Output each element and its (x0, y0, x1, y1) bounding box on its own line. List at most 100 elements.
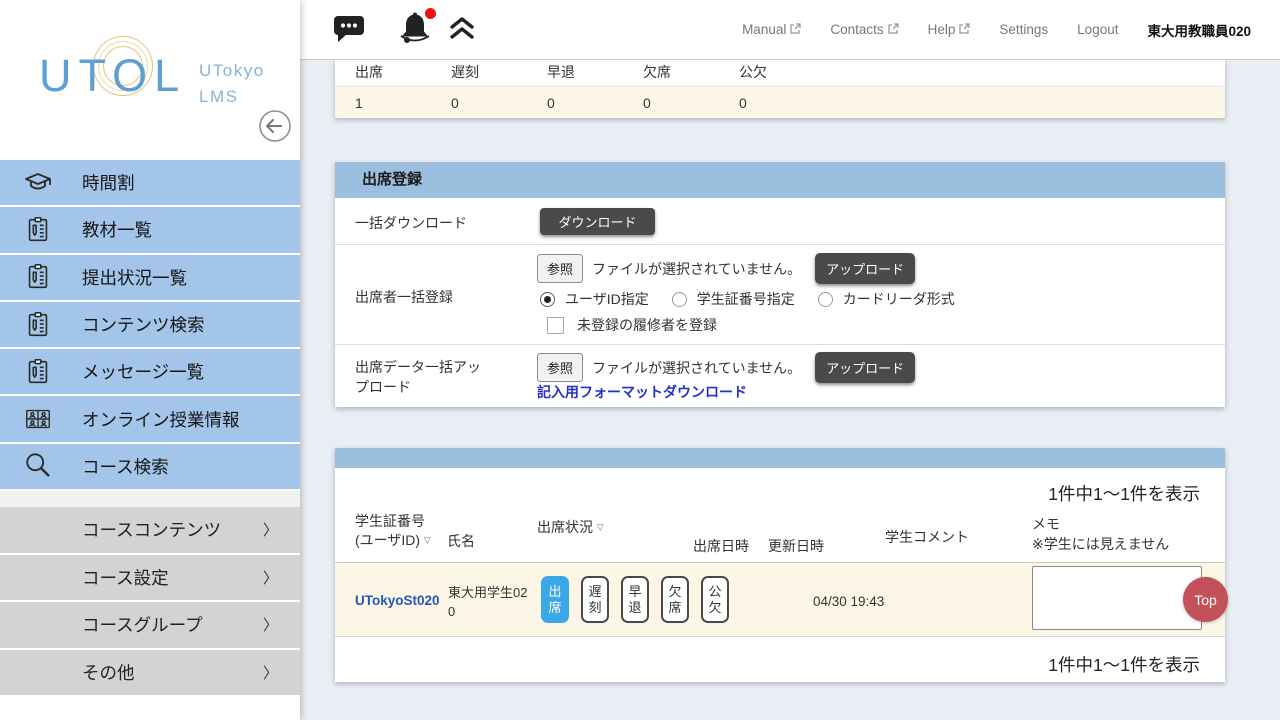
id-type-radio-group: ユーザID指定 学生証番号指定 カードリーダ形式 (540, 289, 978, 309)
col-status-header[interactable]: 出席状況▽ (537, 517, 604, 537)
status-button-excused[interactable]: 公欠 (701, 576, 729, 623)
sidebar-course-nav: コースコンテンツ 〉 コース設定 〉 コースグループ 〉 その他 〉 (0, 507, 300, 697)
sidebar-divider (0, 491, 300, 507)
radio-card-reader-format[interactable]: カードリーダ形式 (818, 289, 955, 309)
status-button-present[interactable]: 出席 (541, 576, 569, 623)
bulk-download-row: 一括ダウンロード ダウンロード (335, 198, 1225, 245)
sort-icon: ▽ (597, 522, 604, 532)
result-count-top: 1件中1〜1件を表示 (335, 468, 1225, 505)
attendee-bulk-register-label: 出席者一括登録 (355, 287, 453, 307)
summary-col-header: 公欠 (719, 62, 815, 82)
radio-button-icon (540, 292, 555, 307)
people-grid-icon (22, 403, 54, 435)
summary-col-header: 欠席 (623, 62, 719, 82)
logged-in-username: 東大用教職員020 (1147, 20, 1251, 40)
radio-student-card-number[interactable]: 学生証番号指定 (672, 289, 795, 309)
register-unregistered-checkbox-row[interactable]: 未登録の履修者を登録 (547, 315, 717, 335)
content-area: 出席 遅刻 早退 欠席 公欠 1 0 0 0 0 出席登録 一括ダ (300, 60, 1280, 720)
summary-col-header: 早退 (527, 62, 623, 82)
attend-datetime-value: 04/30 19:43 (813, 594, 884, 609)
attendee-bulk-register-row: 出席者一括登録 参照 ファイルが選択されていません。 アップロード ユーザID指… (335, 245, 1225, 345)
sidebar-item-content-search[interactable]: コンテンツ検索 (0, 302, 300, 349)
col-name-header: 氏名 (447, 531, 475, 551)
clipboard-icon (22, 356, 54, 388)
topbar-links: Manual Contacts Help Settings Logout 東大用… (742, 20, 1251, 40)
radio-user-id[interactable]: ユーザID指定 (540, 289, 649, 309)
student-row: UTokyoSt020 東大用学生020 出席 遅刻 早退 欠席 公欠 04/3… (335, 563, 1225, 637)
bulk-download-label: 一括ダウンロード (355, 213, 467, 233)
double-chevron-up-icon (448, 16, 476, 43)
sidebar-item-course-search[interactable]: コース検索 (0, 444, 300, 491)
summary-col-header: 遅刻 (431, 62, 527, 82)
summary-col-header: 出席 (335, 62, 431, 82)
browse-button[interactable]: 参照 (537, 353, 583, 382)
attendance-registration-panel: 出席登録 一括ダウンロード ダウンロード 出席者一括登録 参照 ファイルが選択さ… (335, 162, 1225, 407)
memo-textarea[interactable] (1032, 566, 1202, 630)
settings-link[interactable]: Settings (999, 22, 1048, 37)
panel-title: 出席登録 (335, 162, 1225, 198)
sidebar-item-label: メッセージ一覧 (82, 359, 204, 384)
sidebar-item-label: 教材一覧 (82, 217, 152, 242)
checkbox-icon (547, 317, 564, 334)
graduation-cap-icon (22, 167, 54, 199)
sidebar-item-submissions[interactable]: 提出状況一覧 (0, 255, 300, 302)
summary-header-row: 出席 遅刻 早退 欠席 公欠 (335, 58, 1225, 87)
sidebar-item-messages[interactable]: メッセージ一覧 (0, 349, 300, 396)
browse-button[interactable]: 参照 (537, 254, 583, 283)
messages-button[interactable] (333, 13, 365, 46)
format-download-link[interactable]: 記入用フォーマットダウンロード (537, 382, 747, 402)
external-link-icon (958, 23, 970, 38)
search-icon (22, 450, 54, 482)
help-link[interactable]: Help (928, 22, 971, 38)
download-button[interactable]: ダウンロード (540, 208, 655, 235)
sidebar-item-others[interactable]: その他 〉 (0, 650, 300, 698)
external-link-icon (789, 23, 801, 38)
sidebar-item-course-settings[interactable]: コース設定 〉 (0, 555, 300, 603)
sidebar-item-materials[interactable]: 教材一覧 (0, 207, 300, 254)
logout-link[interactable]: Logout (1077, 22, 1118, 37)
summary-value: 0 (623, 95, 719, 111)
student-name: 東大用学生020 (448, 584, 534, 622)
attendance-data-upload-label: 出席データ一括アップロード (355, 357, 491, 398)
result-count-bottom: 1件中1〜1件を表示 (335, 637, 1225, 682)
chevron-right-icon: 〉 (263, 614, 278, 635)
col-student-comment-header: 学生コメント (885, 527, 969, 547)
sidebar-item-label: コンテンツ検索 (82, 312, 205, 337)
status-button-early-leave[interactable]: 早退 (621, 576, 649, 623)
sidebar-item-timetable[interactable]: 時間割 (0, 160, 300, 207)
sidebar-item-label: 提出状況一覧 (82, 265, 187, 290)
student-id-link[interactable]: UTokyoSt020 (355, 593, 440, 608)
summary-value: 0 (527, 95, 623, 111)
sidebar-collapse-button[interactable] (256, 108, 294, 146)
sidebar-item-course-contents[interactable]: コースコンテンツ 〉 (0, 507, 300, 555)
table-header-row: 学生証番号 (ユーザID)▽ 氏名 出席状況▽ 出席日時 更新日時 学生コメント… (335, 505, 1225, 563)
sidebar-item-label: オンライン授業情報 (82, 407, 240, 432)
upload-button[interactable]: アップロード (815, 352, 915, 383)
attendance-status-buttons: 出席 遅刻 早退 欠席 公欠 (541, 576, 729, 623)
collapse-topbar-button[interactable] (448, 16, 476, 43)
scroll-to-top-button[interactable]: Top (1183, 577, 1228, 622)
sidebar-item-online-class-info[interactable]: オンライン授業情報 (0, 396, 300, 443)
col-update-datetime-header: 更新日時 (768, 536, 824, 556)
sidebar-item-course-group[interactable]: コースグループ 〉 (0, 602, 300, 650)
radio-button-icon (818, 292, 833, 307)
chevron-right-icon: 〉 (263, 519, 278, 540)
sidebar: UTOL UTokyo LMS (0, 0, 300, 720)
col-memo-header: メモ ※学生には見えません (1032, 515, 1169, 554)
table-header-strip (335, 448, 1225, 468)
sidebar-main-nav: 時間割 教材一覧 (0, 160, 300, 491)
manual-link[interactable]: Manual (742, 22, 801, 38)
chevron-right-icon: 〉 (263, 567, 278, 588)
utol-logo: UTOL (39, 50, 186, 102)
chat-bubble-icon (333, 13, 365, 46)
status-button-absent[interactable]: 欠席 (661, 576, 689, 623)
chevron-right-icon: 〉 (263, 662, 278, 683)
summary-value: 1 (335, 95, 431, 111)
upload-button[interactable]: アップロード (815, 253, 915, 284)
contacts-link[interactable]: Contacts (830, 22, 898, 38)
notifications-button[interactable] (398, 11, 432, 48)
status-button-late[interactable]: 遅刻 (581, 576, 609, 623)
col-student-id-header[interactable]: 学生証番号 (ユーザID)▽ (355, 512, 431, 550)
summary-value: 0 (719, 95, 815, 111)
clipboard-icon (22, 309, 54, 341)
